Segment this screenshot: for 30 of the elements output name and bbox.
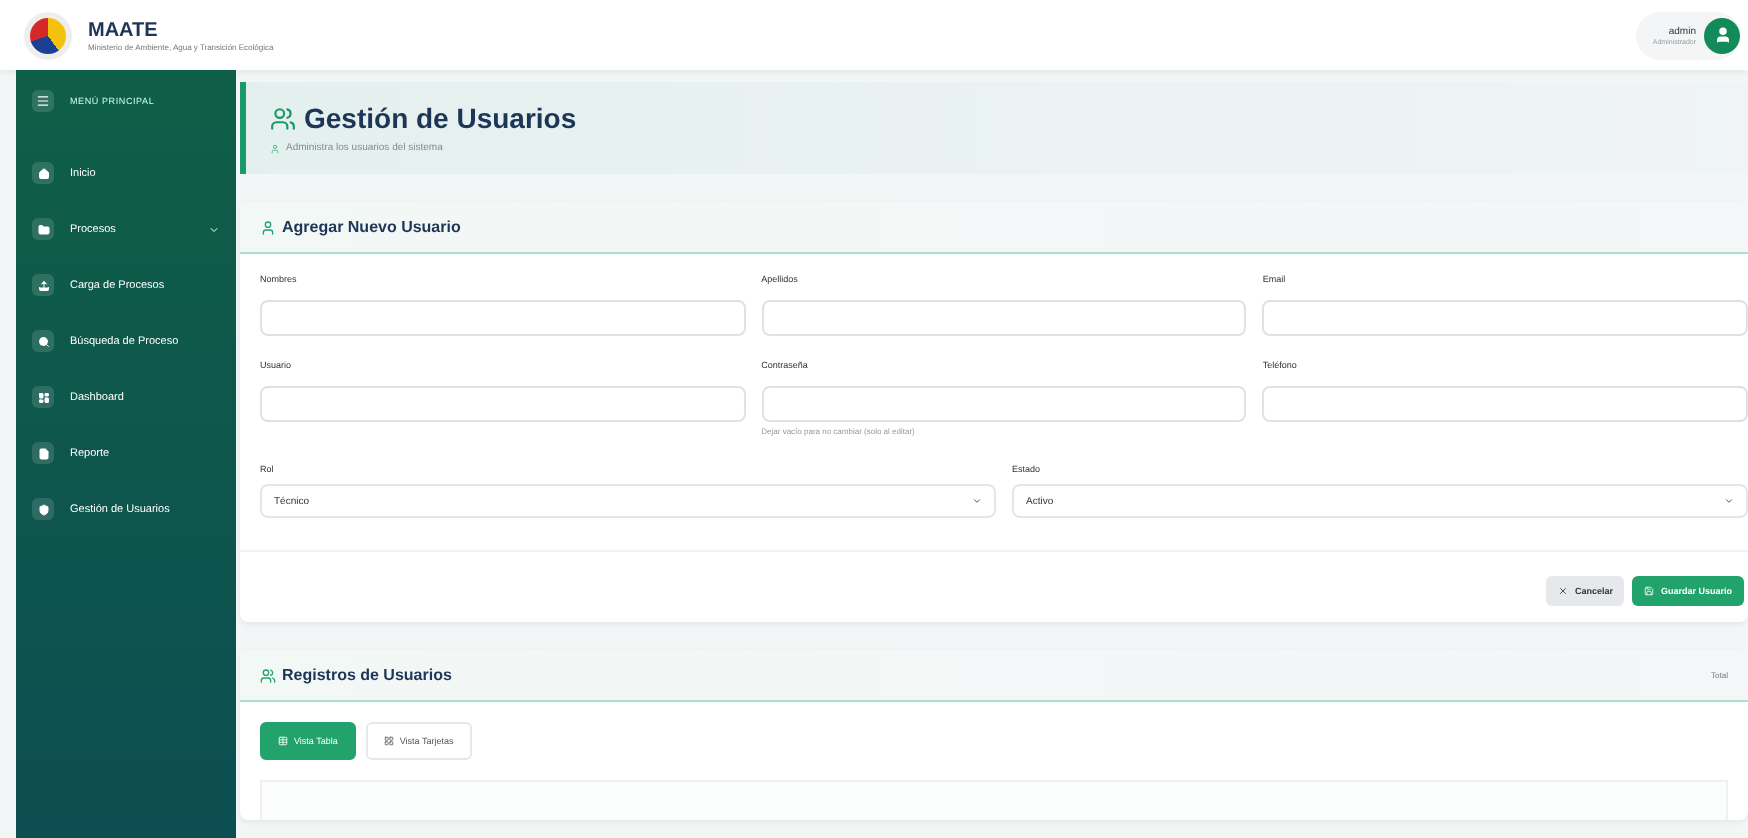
search-icon bbox=[32, 330, 54, 352]
form-title: Agregar Nuevo Usuario bbox=[282, 218, 461, 236]
save-icon bbox=[1644, 586, 1655, 596]
shield-icon bbox=[32, 498, 54, 520]
input-field[interactable] bbox=[260, 300, 746, 336]
input-field[interactable] bbox=[761, 300, 1247, 336]
input-field[interactable] bbox=[260, 386, 746, 422]
input-field[interactable] bbox=[1262, 386, 1748, 422]
chevron-icon bbox=[972, 496, 982, 506]
upload-icon bbox=[32, 274, 54, 296]
logo bbox=[24, 11, 72, 59]
table-icon bbox=[278, 736, 288, 746]
user-icon bbox=[260, 219, 276, 235]
page-title: Gestión de Usuarios bbox=[304, 102, 577, 134]
user-icon bbox=[270, 143, 280, 153]
home-icon bbox=[32, 162, 54, 184]
users-icon bbox=[260, 667, 276, 683]
chevron-icon bbox=[208, 223, 220, 235]
users-icon bbox=[270, 105, 296, 131]
grid-icon bbox=[383, 736, 394, 746]
chevron-icon bbox=[1724, 496, 1734, 506]
document-icon bbox=[32, 442, 54, 464]
input-field[interactable] bbox=[1262, 300, 1748, 336]
records-title: Registros de Usuarios bbox=[282, 666, 452, 684]
input-field[interactable] bbox=[761, 386, 1247, 422]
folder-icon bbox=[32, 218, 54, 240]
brand-name: MAATE bbox=[88, 19, 160, 41]
user-icon bbox=[1713, 26, 1731, 44]
dashboard-icon bbox=[32, 386, 54, 408]
menu-icon[interactable] bbox=[32, 90, 54, 112]
